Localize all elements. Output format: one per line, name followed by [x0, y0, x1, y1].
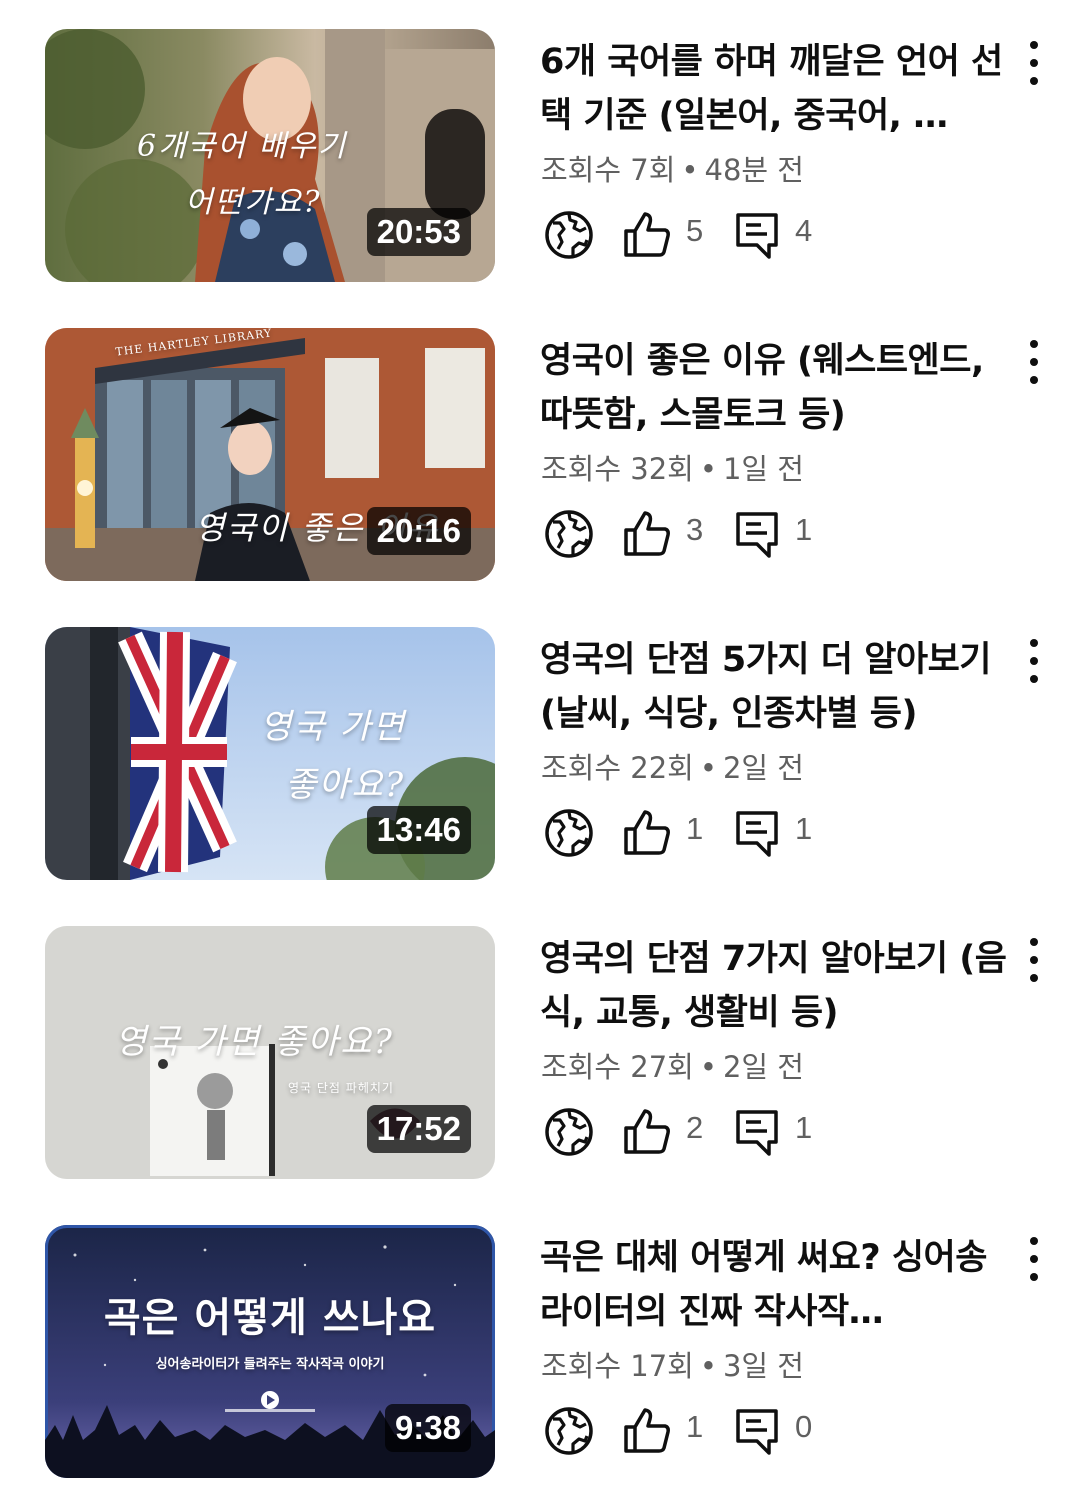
video-stats: 5 4 [541, 205, 961, 265]
globe-icon[interactable] [543, 807, 595, 859]
globe-icon[interactable] [543, 1106, 595, 1158]
view-count: 조회수 7회 [541, 153, 676, 187]
like-count: 1 [686, 1409, 704, 1444]
duration-badge: 9:38 [384, 1404, 471, 1452]
video-item[interactable]: 6개국어 배우기 어떤가요? 20:53 6개 국어를 하며 깨달은 언어 선택… [0, 29, 1080, 285]
comment-count: 4 [795, 213, 813, 248]
like-count: 3 [686, 512, 704, 547]
comment-icon[interactable] [731, 508, 783, 560]
like-count: 5 [686, 213, 704, 248]
comment-icon[interactable] [731, 209, 783, 261]
upload-age: 1일 전 [722, 452, 804, 486]
video-title[interactable]: 영국의 단점 5가지 더 알아보기 (날씨, 식당, 인종차별 등) [540, 633, 1010, 741]
upload-age: 2일 전 [722, 751, 804, 785]
video-thumbnail[interactable]: 영국 가면 좋아요? 13:46 [45, 627, 495, 880]
comment-count: 1 [795, 512, 813, 547]
more-vert-icon[interactable] [1012, 934, 1056, 994]
separator: • [699, 751, 717, 785]
upload-age: 48분 전 [704, 153, 804, 187]
video-item[interactable]: 곡은 어떻게 쓰나요 싱어송라이터가 들려주는 작사작곡 이야기 9:38 곡은… [0, 1225, 1080, 1481]
video-item[interactable]: 영국 가면 좋아요? 13:46 영국의 단점 5가지 더 알아보기 (날씨, … [0, 627, 1080, 883]
duration-badge: 13:46 [366, 806, 471, 854]
video-thumbnail[interactable]: 6개국어 배우기 어떤가요? 20:53 [45, 29, 495, 282]
separator: • [699, 1349, 717, 1383]
video-stats: 1 1 [541, 803, 961, 863]
video-stats: 1 0 [541, 1401, 961, 1461]
comment-icon[interactable] [731, 1106, 783, 1158]
comment-icon[interactable] [731, 1405, 783, 1457]
globe-icon[interactable] [543, 1405, 595, 1457]
like-count: 2 [686, 1110, 704, 1145]
video-meta: 조회수 17회 • 3일 전 [541, 1343, 804, 1385]
upload-age: 2일 전 [722, 1050, 804, 1084]
comment-count: 1 [795, 811, 813, 846]
more-vert-icon[interactable] [1012, 336, 1056, 396]
duration-badge: 20:16 [366, 507, 471, 555]
video-stats: 2 1 [541, 1102, 961, 1162]
video-thumbnail[interactable]: THE HARTLEY LIBRARY 영국이 좋은 이유 20:16 [45, 328, 495, 581]
separator: • [699, 1050, 717, 1084]
video-item[interactable]: 영국 가면 좋아요? 영국 단점 파헤치기 17:52 영국의 단점 7가지 알… [0, 926, 1080, 1182]
like-count: 1 [686, 811, 704, 846]
more-vert-icon[interactable] [1012, 1233, 1056, 1293]
upload-age: 3일 전 [722, 1349, 804, 1383]
thumbnail-subtext: 싱어송라이터가 들려주는 작사작곡 이야기 [155, 1357, 385, 1372]
video-title[interactable]: 6개 국어를 하며 깨달은 언어 선택 기준 (일본어, 중국어, … [540, 35, 1010, 143]
video-title[interactable]: 영국의 단점 7가지 알아보기 (음식, 교통, 생활비 등) [540, 932, 1010, 1040]
globe-icon[interactable] [543, 508, 595, 560]
thumbnail-text: 어떤가요? [185, 185, 322, 220]
thumbnail-text: 영국 가면 [260, 707, 406, 747]
thumbs-up-icon[interactable] [621, 1106, 673, 1158]
video-title[interactable]: 영국이 좋은 이유 (웨스트엔드, 따뜻함, 스몰토크 등) [540, 334, 1010, 442]
thumbs-up-icon[interactable] [621, 1405, 673, 1457]
video-meta: 조회수 22회 • 2일 전 [541, 745, 804, 787]
video-meta: 조회수 27회 • 2일 전 [541, 1044, 804, 1086]
video-list: 6개국어 배우기 어떤가요? 20:53 6개 국어를 하며 깨달은 언어 선택… [0, 0, 1080, 1503]
globe-icon[interactable] [543, 209, 595, 261]
view-count: 조회수 27회 [541, 1050, 694, 1084]
thumbs-up-icon[interactable] [621, 508, 673, 560]
more-vert-icon[interactable] [1012, 635, 1056, 695]
duration-badge: 17:52 [366, 1105, 471, 1153]
video-item[interactable]: THE HARTLEY LIBRARY 영국이 좋은 이유 20:16 영국이 … [0, 328, 1080, 584]
duration-badge: 20:53 [366, 208, 471, 256]
thumbs-up-icon[interactable] [621, 209, 673, 261]
separator: • [681, 153, 699, 187]
comment-count: 0 [795, 1409, 813, 1444]
thumbnail-text: 6개국어 배우기 [137, 129, 348, 164]
thumbnail-text: 영국 가면 좋아요? [115, 1022, 394, 1062]
view-count: 조회수 17회 [541, 1349, 694, 1383]
comment-icon[interactable] [731, 807, 783, 859]
view-count: 조회수 32회 [541, 452, 694, 486]
thumbnail-text: 좋아요? [285, 765, 406, 805]
thumbnail-text: 곡은 어떻게 쓰나요 [103, 1295, 437, 1341]
video-meta: 조회수 32회 • 1일 전 [541, 446, 804, 488]
video-meta: 조회수 7회 • 48분 전 [541, 147, 804, 189]
thumbs-up-icon[interactable] [621, 807, 673, 859]
comment-count: 1 [795, 1110, 813, 1145]
separator: • [699, 452, 717, 486]
more-vert-icon[interactable] [1012, 37, 1056, 97]
video-title[interactable]: 곡은 대체 어떻게 써요? 싱어송라이터의 진짜 작사작… [540, 1231, 1010, 1339]
thumbnail-subtext: 영국 단점 파헤치기 [288, 1081, 394, 1095]
video-thumbnail[interactable]: 영국 가면 좋아요? 영국 단점 파헤치기 17:52 [45, 926, 495, 1179]
video-stats: 3 1 [541, 504, 961, 564]
view-count: 조회수 22회 [541, 751, 694, 785]
video-thumbnail[interactable]: 곡은 어떻게 쓰나요 싱어송라이터가 들려주는 작사작곡 이야기 9:38 [45, 1225, 495, 1478]
